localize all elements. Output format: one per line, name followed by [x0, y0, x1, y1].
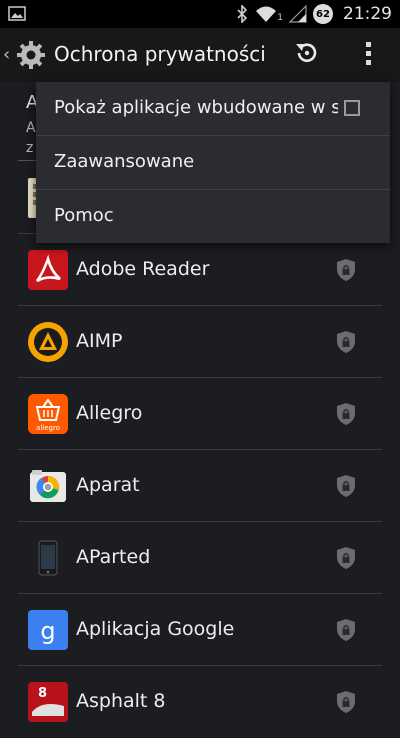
status-bar: 1 62 21:29 — [0, 0, 400, 28]
list-item[interactable]: Adobe Reader — [18, 234, 382, 306]
restore-icon[interactable] — [292, 38, 322, 68]
svg-text:g: g — [40, 617, 55, 645]
menu-item-show-builtin[interactable]: Pokaż aplikacje wbudowane w s — [36, 82, 390, 136]
app-name: AIMP — [76, 330, 123, 352]
google-icon: g — [28, 610, 68, 650]
description-line: A — [26, 120, 36, 136]
signal-sim-label: 1 — [277, 13, 283, 23]
page-title: Ochrona prywatności — [54, 42, 266, 66]
action-bar: ‹ Ochrona prywatności — [0, 28, 400, 82]
bluetooth-icon — [237, 5, 248, 23]
app-name: Asphalt 8 — [76, 690, 166, 712]
adobe-reader-icon — [28, 250, 68, 290]
svg-text:allegro: allegro — [36, 424, 60, 432]
list-item[interactable]: 8 Asphalt 8 — [18, 666, 382, 738]
allegro-icon: allegro — [28, 394, 68, 434]
back-caret-icon[interactable]: ‹ — [3, 44, 10, 65]
menu-item-label: Zaawansowane — [54, 151, 195, 172]
app-name: Aplikacja Google — [76, 618, 235, 640]
settings-gear-icon[interactable] — [14, 38, 48, 72]
overflow-menu: Pokaż aplikacje wbudowane w s Zaawansowa… — [36, 82, 390, 243]
app-name: Aparat — [76, 474, 140, 496]
privacy-shield-icon[interactable] — [336, 690, 356, 714]
list-item[interactable]: Aparat — [18, 450, 382, 522]
phone-icon — [28, 538, 68, 578]
list-item[interactable]: AIMP — [18, 306, 382, 378]
app-name: Adobe Reader — [76, 258, 210, 280]
description-line: z — [26, 140, 34, 156]
privacy-shield-icon[interactable] — [336, 474, 356, 498]
menu-item-advanced[interactable]: Zaawansowane — [36, 136, 390, 190]
section-description: A z — [26, 118, 36, 158]
cell-signal-icon — [289, 5, 307, 23]
gallery-notification-icon — [8, 6, 26, 21]
wifi-icon — [256, 6, 277, 22]
camera-app-icon — [28, 466, 68, 506]
battery-indicator: 62 — [313, 4, 333, 24]
privacy-shield-icon[interactable] — [336, 330, 356, 354]
app-name: Allegro — [76, 402, 143, 424]
privacy-shield-icon[interactable] — [336, 258, 356, 282]
list-item[interactable]: AParted — [18, 522, 382, 594]
privacy-shield-icon[interactable] — [336, 402, 356, 426]
list-item[interactable]: allegro Allegro — [18, 378, 382, 450]
menu-item-label: Pomoc — [54, 205, 114, 226]
app-name: AParted — [76, 546, 151, 568]
list-item[interactable]: g Aplikacja Google — [18, 594, 382, 666]
svg-text:8: 8 — [38, 686, 47, 701]
status-time: 21:29 — [343, 4, 392, 24]
privacy-shield-icon[interactable] — [336, 546, 356, 570]
asphalt-icon: 8 — [28, 682, 68, 722]
aimp-icon — [28, 322, 68, 362]
show-builtin-checkbox[interactable] — [344, 100, 360, 116]
menu-item-label: Pokaż aplikacje wbudowane w s — [54, 97, 338, 118]
menu-item-help[interactable]: Pomoc — [36, 190, 390, 244]
overflow-menu-icon[interactable] — [358, 36, 378, 72]
privacy-shield-icon[interactable] — [336, 618, 356, 642]
